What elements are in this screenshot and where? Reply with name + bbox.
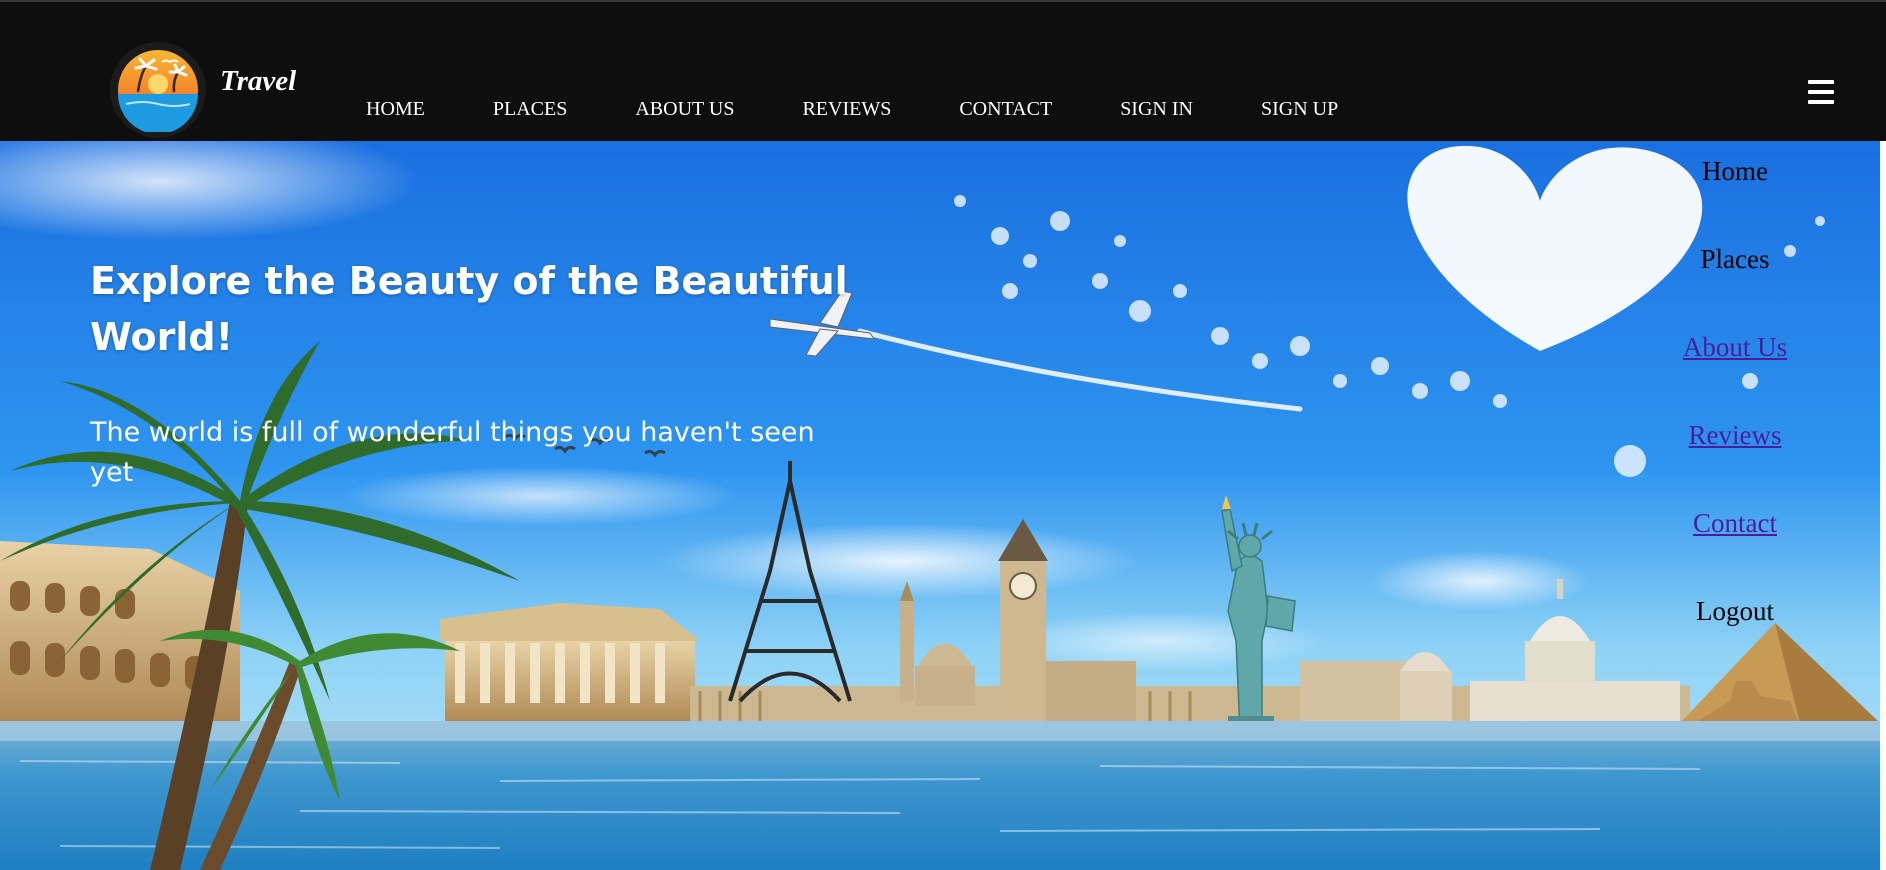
side-menu-places[interactable]: Places [1640, 238, 1830, 326]
main-nav: HOME PLACES ABOUT US REVIEWS CONTACT SIG… [366, 98, 1406, 121]
brand-name: Travel [220, 64, 297, 97]
side-menu-contact[interactable]: Contact [1640, 502, 1830, 590]
hero-title: Explore the Beauty of the Beautiful Worl… [90, 259, 848, 359]
side-menu-logout[interactable]: Logout [1640, 590, 1830, 678]
hero-banner: Explore the Beauty of the Beautiful Worl… [0, 141, 1880, 870]
brand-logo[interactable]: Travel [110, 42, 296, 138]
side-menu-reviews[interactable]: Reviews [1640, 414, 1830, 502]
nav-contact[interactable]: CONTACT [959, 98, 1052, 121]
hero-subtitle: The world is full of wonderful things yo… [90, 417, 815, 488]
top-navbar: Travel HOME PLACES ABOUT US REVIEWS CONT… [0, 0, 1886, 141]
hamburger-icon[interactable] [1808, 80, 1834, 104]
page-edge-divider [1880, 141, 1886, 870]
side-menu-home[interactable]: Home [1640, 150, 1830, 238]
nav-sign-in[interactable]: SIGN IN [1120, 98, 1193, 121]
nav-about-us[interactable]: ABOUT US [635, 98, 734, 121]
hero-background-image [0, 141, 1880, 870]
hero-text: Explore the Beauty of the Beautiful Worl… [90, 253, 850, 493]
side-menu: Home Places About Us Reviews Contact Log… [1640, 150, 1830, 678]
logo-icon [110, 42, 206, 138]
nav-reviews[interactable]: REVIEWS [802, 98, 891, 121]
nav-home[interactable]: HOME [366, 98, 425, 121]
side-menu-about-us[interactable]: About Us [1640, 326, 1830, 414]
nav-sign-up[interactable]: SIGN UP [1261, 98, 1338, 121]
nav-places[interactable]: PLACES [493, 98, 567, 121]
